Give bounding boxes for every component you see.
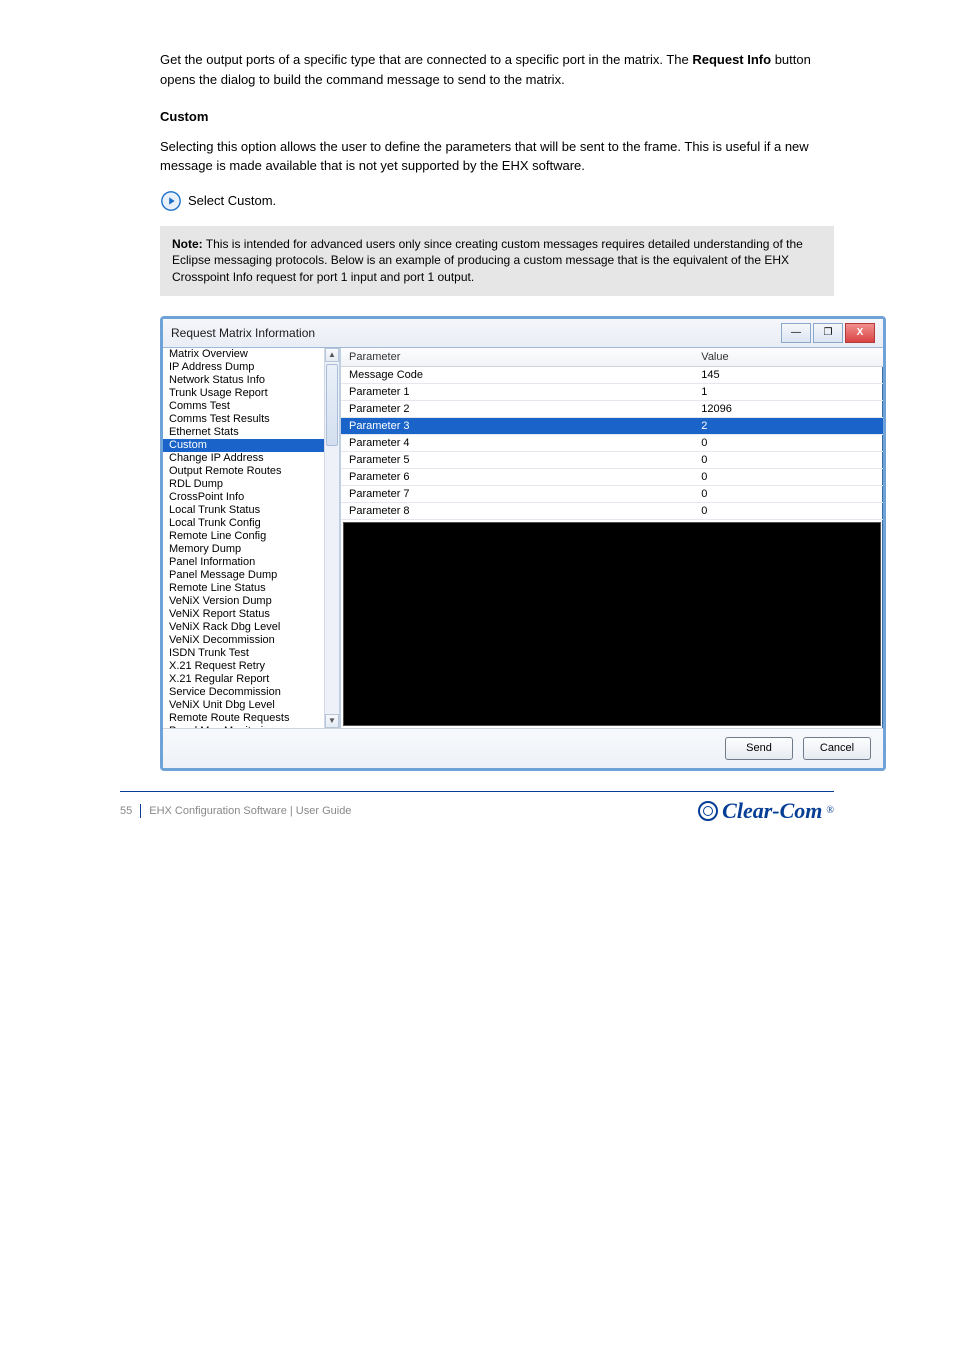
list-item[interactable]: VeNiX Version Dump bbox=[163, 595, 325, 608]
dialog-screenshot: Request Matrix Information — ❐ X Matrix … bbox=[160, 316, 834, 771]
list-item[interactable]: Trunk Usage Report bbox=[163, 387, 325, 400]
scroll-down-icon[interactable]: ▼ bbox=[325, 714, 339, 728]
bullet-label: Select Custom. bbox=[188, 193, 276, 208]
list-item[interactable]: RDL Dump bbox=[163, 478, 325, 491]
param-value[interactable]: 0 bbox=[693, 468, 883, 485]
request-matrix-dialog: Request Matrix Information — ❐ X Matrix … bbox=[160, 316, 886, 771]
footer-left: 55 EHX Configuration Software | User Gui… bbox=[120, 804, 351, 818]
param-name: Parameter 4 bbox=[341, 434, 693, 451]
bullet-select-custom: Select Custom. bbox=[160, 190, 834, 212]
list-item[interactable]: Local Trunk Config bbox=[163, 517, 325, 530]
list-item[interactable]: VeNiX Decommission bbox=[163, 634, 325, 647]
paragraph-outputs: Get the output ports of a specific type … bbox=[160, 50, 834, 89]
col-parameter[interactable]: Parameter bbox=[341, 348, 693, 367]
list-item[interactable]: VeNiX Report Status bbox=[163, 608, 325, 621]
list-item[interactable]: Change IP Address bbox=[163, 452, 325, 465]
list-item[interactable]: Panel Information bbox=[163, 556, 325, 569]
col-value[interactable]: Value bbox=[693, 348, 883, 367]
list-item[interactable]: Remote Route Requests bbox=[163, 712, 325, 725]
list-item[interactable]: Panel Message Dump bbox=[163, 569, 325, 582]
list-item[interactable]: Service Decommission bbox=[163, 686, 325, 699]
close-button[interactable]: X bbox=[845, 323, 875, 343]
list-item[interactable]: Comms Test Results bbox=[163, 413, 325, 426]
custom-desc: Selecting this option allows the user to… bbox=[160, 137, 834, 176]
custom-heading: Custom bbox=[160, 107, 834, 127]
brand-logo: Clear-Com ® bbox=[698, 798, 834, 824]
list-scrollbar[interactable]: ▲ ▼ bbox=[324, 348, 339, 728]
list-item[interactable]: Matrix Overview bbox=[163, 348, 325, 361]
list-item[interactable]: Remote Line Config bbox=[163, 530, 325, 543]
page-number: 55 bbox=[120, 805, 132, 817]
param-value[interactable]: 1 bbox=[693, 383, 883, 400]
send-button[interactable]: Send bbox=[725, 737, 793, 760]
param-value[interactable]: 145 bbox=[693, 366, 883, 383]
param-name: Parameter 7 bbox=[341, 485, 693, 502]
brand-ring-icon bbox=[698, 801, 718, 821]
dialog-title: Request Matrix Information bbox=[171, 326, 315, 340]
p1-a: Get the output ports of a specific type … bbox=[160, 52, 689, 67]
list-item[interactable]: Memory Dump bbox=[163, 543, 325, 556]
list-item[interactable]: X.21 Request Retry bbox=[163, 660, 325, 673]
table-row[interactable]: Parameter 32 bbox=[341, 417, 883, 434]
scroll-thumb[interactable] bbox=[326, 364, 338, 446]
list-item[interactable]: Output Remote Routes bbox=[163, 465, 325, 478]
parameter-grid[interactable]: Parameter Value Message Code145Parameter… bbox=[341, 348, 883, 520]
output-area bbox=[343, 522, 881, 726]
footer-divider bbox=[140, 804, 141, 818]
param-name: Message Code bbox=[341, 366, 693, 383]
note-box: Note: This is intended for advanced user… bbox=[160, 226, 834, 296]
list-item[interactable]: IP Address Dump bbox=[163, 361, 325, 374]
list-item[interactable]: ISDN Trunk Test bbox=[163, 647, 325, 660]
list-item[interactable]: Panel Msg Monitoring bbox=[163, 725, 325, 728]
list-item[interactable]: CrossPoint Info bbox=[163, 491, 325, 504]
list-item[interactable]: Custom bbox=[163, 439, 325, 452]
param-name: Parameter 3 bbox=[341, 417, 693, 434]
scroll-up-icon[interactable]: ▲ bbox=[325, 348, 339, 362]
table-row[interactable]: Parameter 11 bbox=[341, 383, 883, 400]
note-text: This is intended for advanced users only… bbox=[172, 237, 803, 285]
list-item[interactable]: Network Status Info bbox=[163, 374, 325, 387]
guide-label: EHX Configuration Software | User Guide bbox=[149, 805, 351, 817]
param-value[interactable]: 2 bbox=[693, 417, 883, 434]
list-item[interactable]: VeNiX Unit Dbg Level bbox=[163, 699, 325, 712]
list-item[interactable]: Ethernet Stats bbox=[163, 426, 325, 439]
param-value[interactable]: 0 bbox=[693, 434, 883, 451]
note-label: Note: bbox=[172, 237, 203, 251]
list-item[interactable]: VeNiX Rack Dbg Level bbox=[163, 621, 325, 634]
list-item[interactable]: X.21 Regular Report bbox=[163, 673, 325, 686]
table-row[interactable]: Parameter 40 bbox=[341, 434, 883, 451]
param-value[interactable]: 0 bbox=[693, 502, 883, 519]
minimize-button[interactable]: — bbox=[781, 323, 811, 343]
table-row[interactable]: Message Code145 bbox=[341, 366, 883, 383]
param-name: Parameter 8 bbox=[341, 502, 693, 519]
table-row[interactable]: Parameter 80 bbox=[341, 502, 883, 519]
brand-text: Clear-Com bbox=[722, 798, 822, 824]
table-row[interactable]: Parameter 212096 bbox=[341, 400, 883, 417]
param-name: Parameter 2 bbox=[341, 400, 693, 417]
param-value[interactable]: 0 bbox=[693, 451, 883, 468]
param-value[interactable]: 0 bbox=[693, 485, 883, 502]
table-row[interactable]: Parameter 60 bbox=[341, 468, 883, 485]
maximize-button[interactable]: ❐ bbox=[813, 323, 843, 343]
dialog-titlebar[interactable]: Request Matrix Information — ❐ X bbox=[163, 319, 883, 348]
list-item[interactable]: Comms Test bbox=[163, 400, 325, 413]
cancel-button[interactable]: Cancel bbox=[803, 737, 871, 760]
list-item[interactable]: Local Trunk Status bbox=[163, 504, 325, 517]
param-name: Parameter 5 bbox=[341, 451, 693, 468]
table-row[interactable]: Parameter 70 bbox=[341, 485, 883, 502]
param-name: Parameter 6 bbox=[341, 468, 693, 485]
list-item[interactable]: Remote Line Status bbox=[163, 582, 325, 595]
request-info-bold: Request Info bbox=[692, 52, 771, 67]
param-value[interactable]: 12096 bbox=[693, 400, 883, 417]
table-row[interactable]: Parameter 50 bbox=[341, 451, 883, 468]
play-bullet-icon bbox=[160, 190, 182, 212]
request-list[interactable]: Matrix OverviewIP Address DumpNetwork St… bbox=[163, 348, 341, 728]
param-name: Parameter 1 bbox=[341, 383, 693, 400]
